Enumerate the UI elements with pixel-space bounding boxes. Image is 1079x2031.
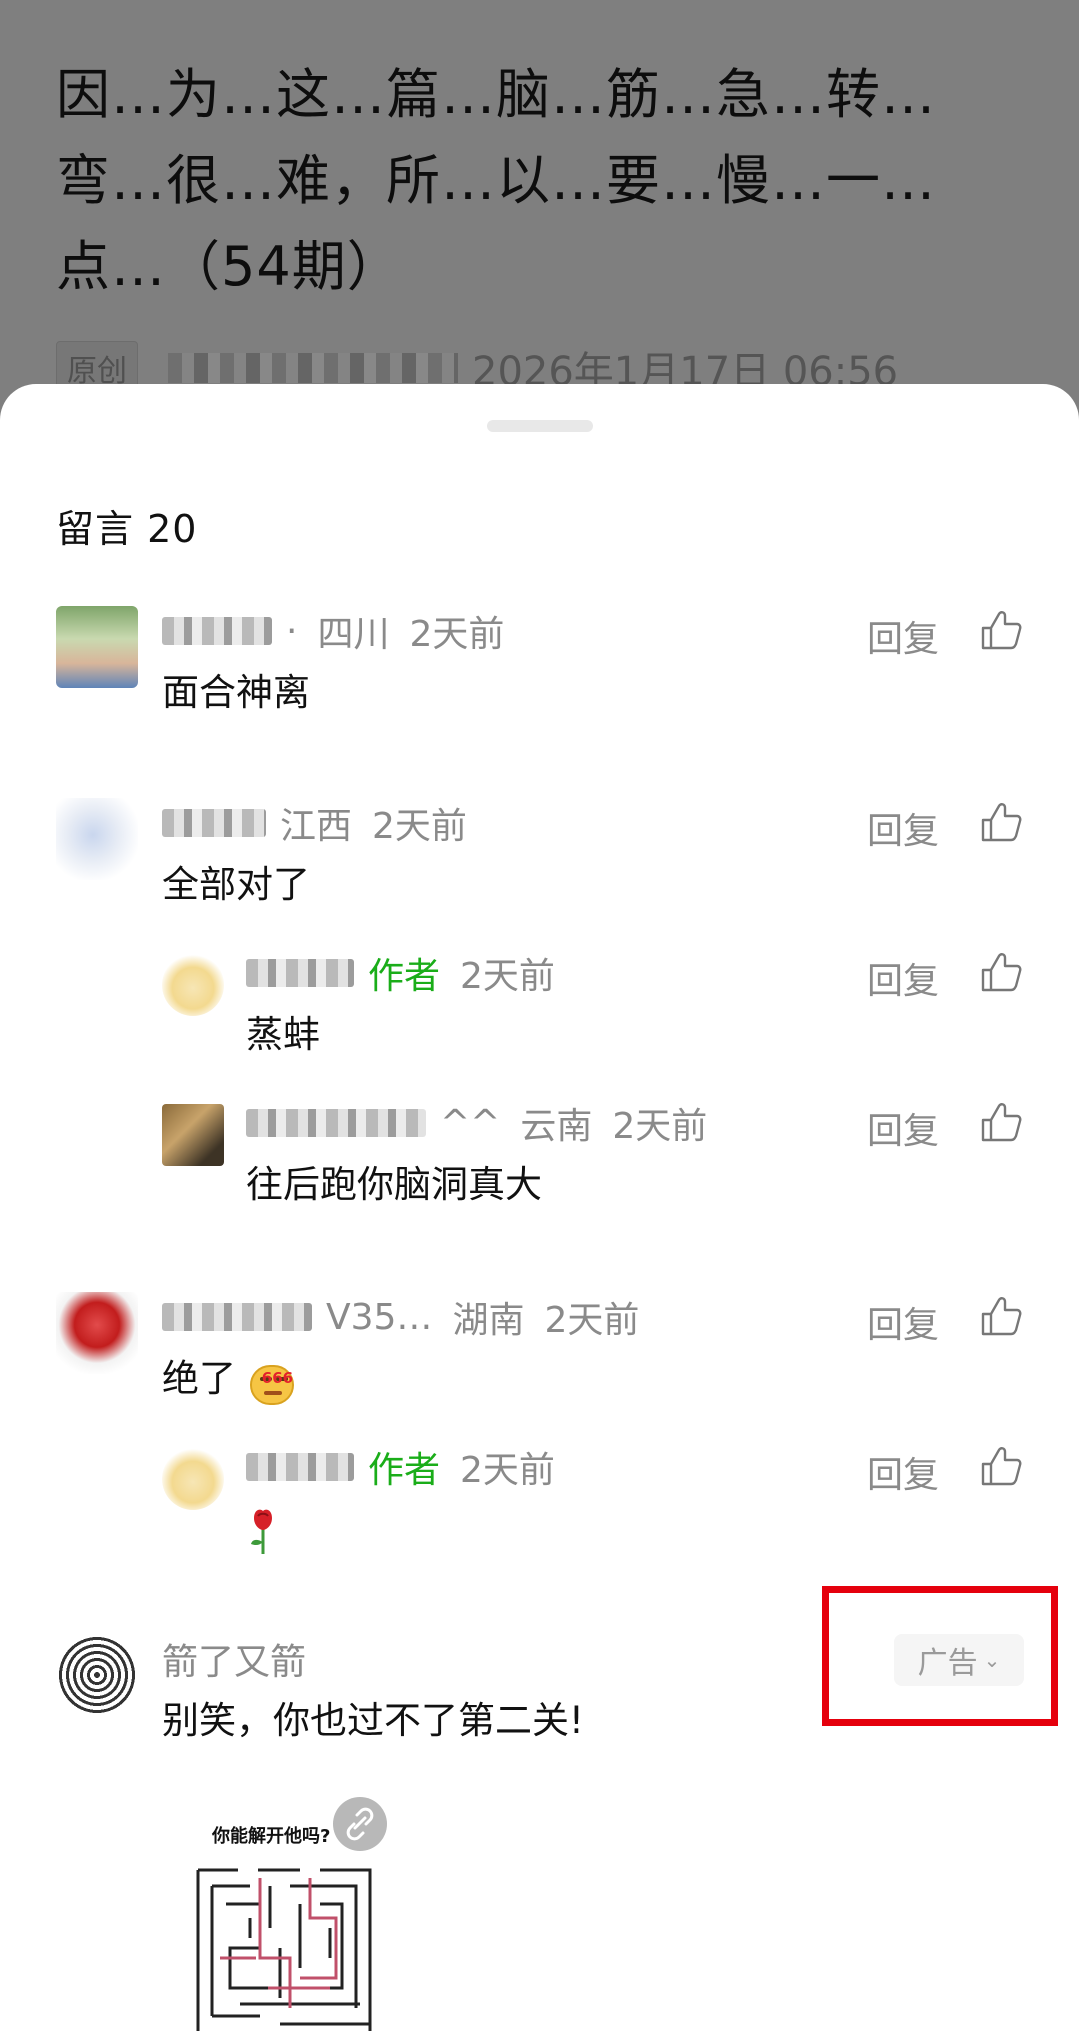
comment-time: 2天前 <box>544 1300 640 1341</box>
blurred-account-name <box>168 353 458 383</box>
thumbs-up-icon[interactable] <box>979 1100 1023 1144</box>
emoji-badge-text: 666 <box>261 1368 294 1387</box>
username-suffix: · <box>286 610 298 652</box>
blurred-username[interactable] <box>246 1109 426 1137</box>
reply-button[interactable]: 回复 <box>867 1446 939 1498</box>
comment-text: 绝了 666 <box>162 1352 298 1406</box>
reply-text: 往后跑你脑洞真大 <box>246 1163 542 1206</box>
blurred-username[interactable] <box>162 809 266 837</box>
blurred-username[interactable] <box>162 617 272 645</box>
comment-time: 2天前 <box>460 956 555 997</box>
ad-text: 别笑，你也过不了第二关! <box>162 1699 584 1742</box>
comment-location: 四川 <box>317 614 390 655</box>
smirk-emoji-icon: 666 <box>248 1357 298 1405</box>
author-avatar[interactable] <box>162 1448 224 1510</box>
highlight-box <box>822 1586 1058 1726</box>
ad-image-caption: 你能解开他吗? <box>212 1826 331 1847</box>
reply-button[interactable]: 回复 <box>867 1102 939 1154</box>
thumbs-up-icon[interactable] <box>979 608 1023 652</box>
comment-time: 2天前 <box>409 614 505 655</box>
reply-button[interactable]: 回复 <box>867 802 939 854</box>
reply-meta: 作者 2天前 <box>246 948 555 998</box>
ad-account-name[interactable]: 箭了又箭 <box>162 1633 306 1685</box>
link-icon[interactable] <box>333 1797 387 1851</box>
username-suffix: ^^ <box>440 1102 501 1144</box>
thumbs-up-icon[interactable] <box>979 800 1023 844</box>
thumbs-up-icon[interactable] <box>979 950 1023 994</box>
comment-time: 2天前 <box>372 806 467 847</box>
avatar[interactable] <box>56 1292 138 1374</box>
reply-meta: 作者 2天前 <box>246 1442 555 1492</box>
author-tag: 作者 <box>368 956 441 997</box>
comment-meta: 江西 2天前 <box>162 798 467 848</box>
thumbs-up-icon[interactable] <box>979 1444 1023 1488</box>
comment-location: 云南 <box>520 1106 593 1147</box>
rose-icon <box>251 1509 272 1554</box>
comment-text: 全部对了 <box>162 863 310 906</box>
username-suffix: V35… <box>326 1296 433 1338</box>
reply-text <box>246 1502 280 1556</box>
comment-time: 2天前 <box>612 1106 708 1147</box>
blurred-username[interactable] <box>246 1453 354 1481</box>
thumbs-up-icon[interactable] <box>979 1294 1023 1338</box>
avatar[interactable] <box>162 1104 224 1166</box>
author-avatar[interactable] <box>162 954 224 1016</box>
comment-location: 江西 <box>280 806 353 847</box>
author-tag: 作者 <box>368 1450 441 1491</box>
comment-meta: · 四川 2天前 <box>162 606 504 656</box>
comment-text-body: 绝了 <box>162 1357 236 1400</box>
comment-text: 面合神离 <box>162 671 310 714</box>
comments-sheet: 留言 20 · 四川 2天前 面合神离 回复 江西 2天前 全部对了 回复 作者… <box>0 384 1079 2031</box>
avatar[interactable] <box>56 606 138 688</box>
comments-count-title: 留言 20 <box>56 507 198 551</box>
comment-time: 2天前 <box>460 1450 555 1491</box>
sheet-drag-handle[interactable] <box>487 420 593 432</box>
blurred-username[interactable] <box>162 1303 312 1331</box>
reply-button[interactable]: 回复 <box>867 610 939 662</box>
reply-meta: ^^ 云南 2天前 <box>246 1098 707 1148</box>
comment-meta: V35… 湖南 2天前 <box>162 1292 639 1342</box>
reply-text: 蒸蚌 <box>246 1013 320 1056</box>
article-title: 因…为…这…篇…脑…筋…急…转…弯…很…难，所…以…要…慢…一…点…（54期） <box>56 63 936 298</box>
reply-button[interactable]: 回复 <box>867 1296 939 1348</box>
article-header-dimmed: 因…为…这…篇…脑…筋…急…转…弯…很…难，所…以…要…慢…一…点…（54期） … <box>0 0 1079 420</box>
ad-avatar[interactable] <box>56 1634 138 1716</box>
comment-location: 湖南 <box>452 1300 525 1341</box>
reply-button[interactable]: 回复 <box>867 952 939 1004</box>
blurred-username[interactable] <box>246 959 354 987</box>
avatar[interactable] <box>56 798 138 880</box>
ad-meta: 箭了又箭 <box>162 1634 306 1684</box>
